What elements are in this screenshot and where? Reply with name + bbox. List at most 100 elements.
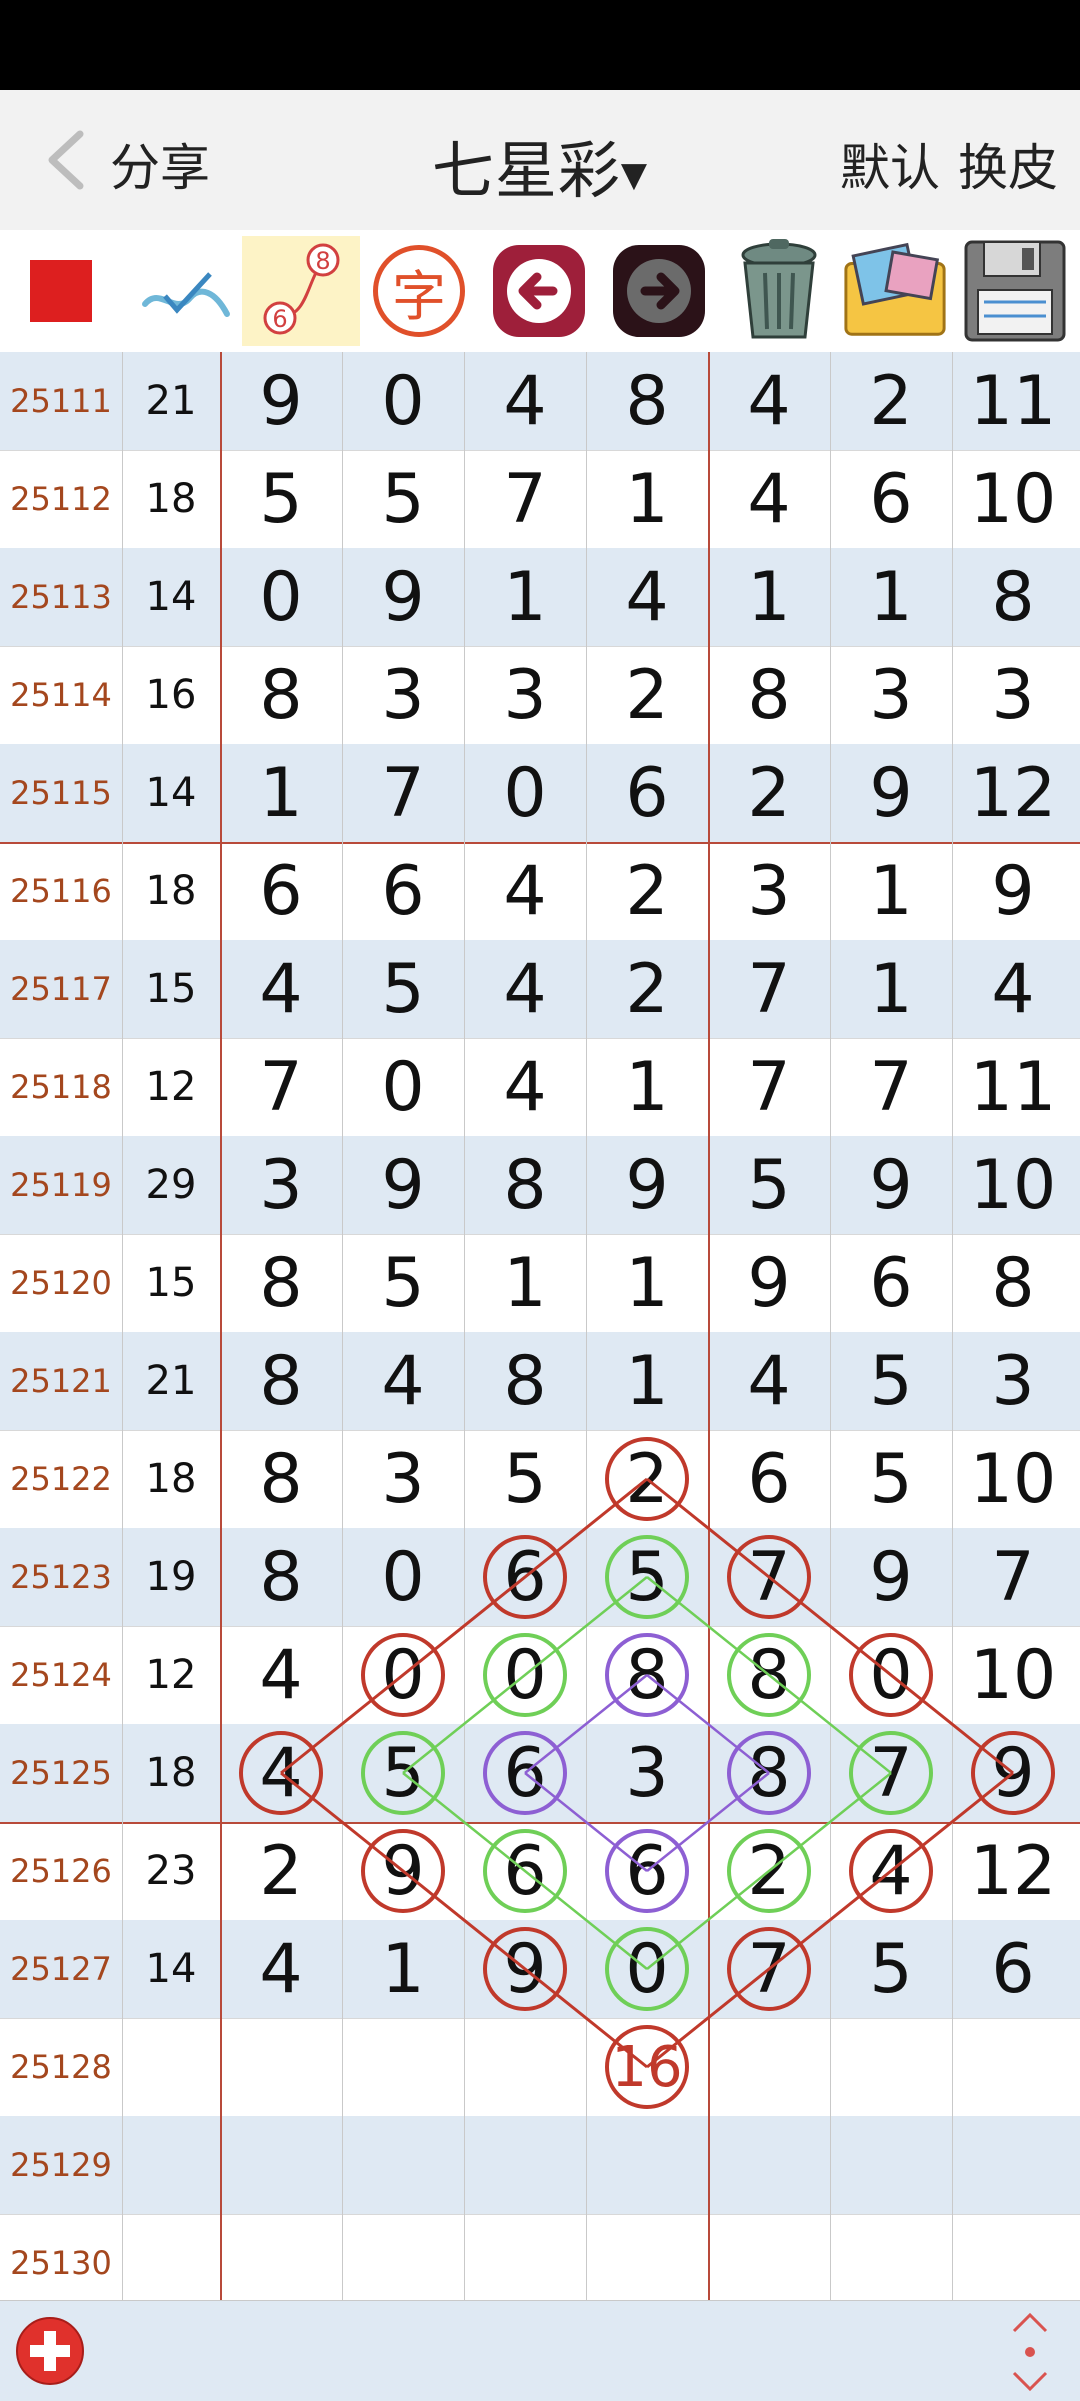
digit-cell[interactable]: 3 [220,1136,342,1234]
digit-cell[interactable] [342,2214,464,2312]
digit-cell[interactable] [464,2018,586,2116]
digit-cell[interactable] [830,2018,952,2116]
digit-cell[interactable]: 6 [220,842,342,940]
digit-cell[interactable]: 16 [586,2018,708,2116]
digit-cell[interactable]: 1 [342,1920,464,2018]
digit-cell[interactable]: 4 [220,940,342,1038]
digit-cell[interactable]: 5 [830,1332,952,1430]
digit-cell[interactable]: 3 [830,646,952,744]
digit-cell[interactable]: 1 [708,548,830,646]
digit-cell[interactable] [220,2018,342,2116]
digit-cell[interactable]: 2 [586,940,708,1038]
digit-cell[interactable]: 4 [220,1920,342,2018]
digit-cell[interactable]: 5 [342,1724,464,1822]
digit-cell[interactable]: 6 [952,1920,1074,2018]
digit-cell[interactable]: 8 [220,646,342,744]
digit-cell[interactable]: 11 [952,1038,1074,1136]
digit-cell[interactable]: 8 [586,1626,708,1724]
digit-cell[interactable]: 0 [342,1626,464,1724]
digit-cell[interactable]: 4 [708,1332,830,1430]
digit-cell[interactable]: 9 [830,1136,952,1234]
digit-cell[interactable]: 10 [952,1626,1074,1724]
save-disk-icon[interactable] [960,236,1070,346]
digit-cell[interactable]: 6 [586,744,708,842]
digit-cell[interactable]: 5 [586,1528,708,1626]
digit-cell[interactable]: 7 [708,1920,830,2018]
digit-cell[interactable]: 4 [464,352,586,450]
digit-cell[interactable]: 9 [342,548,464,646]
digit-cell[interactable]: 8 [708,1724,830,1822]
digit-cell[interactable]: 6 [464,1528,586,1626]
digit-cell[interactable]: 0 [464,1626,586,1724]
digit-cell[interactable]: 1 [586,1332,708,1430]
digit-cell[interactable]: 4 [220,1724,342,1822]
digit-cell[interactable]: 0 [342,1528,464,1626]
digit-cell[interactable]: 9 [952,842,1074,940]
digit-cell[interactable]: 5 [830,1430,952,1528]
digit-cell[interactable]: 7 [708,940,830,1038]
digit-cell[interactable]: 0 [586,1920,708,2018]
digit-cell[interactable]: 3 [464,646,586,744]
digit-cell[interactable] [708,2018,830,2116]
scroll-updown-icon[interactable] [1008,2311,1052,2393]
digit-cell[interactable]: 9 [708,1234,830,1332]
digit-cell[interactable]: 8 [708,646,830,744]
digit-cell[interactable]: 0 [342,352,464,450]
digit-cell[interactable]: 1 [586,1038,708,1136]
digit-cell[interactable]: 8 [708,1626,830,1724]
digit-cell[interactable]: 1 [830,548,952,646]
add-icon[interactable] [14,2315,86,2387]
digit-cell[interactable]: 9 [830,1528,952,1626]
digit-cell[interactable]: 2 [586,1430,708,1528]
forward-arrow-icon[interactable] [604,236,714,346]
digit-cell[interactable]: 8 [220,1430,342,1528]
digit-cell[interactable]: 7 [830,1724,952,1822]
digit-cell[interactable] [952,2214,1074,2312]
digit-cell[interactable]: 10 [952,1430,1074,1528]
digit-cell[interactable]: 9 [342,1136,464,1234]
digit-cell[interactable]: 8 [952,548,1074,646]
character-icon[interactable]: 字 [364,236,474,346]
digit-cell[interactable]: 0 [220,548,342,646]
digit-cell[interactable]: 10 [952,1136,1074,1234]
digit-cell[interactable] [342,2116,464,2214]
digit-cell[interactable] [220,2116,342,2214]
trash-icon[interactable] [724,236,834,346]
digit-cell[interactable]: 5 [342,450,464,548]
digit-cell[interactable]: 5 [830,1920,952,2018]
digit-cell[interactable] [830,2116,952,2214]
digit-cell[interactable]: 5 [220,450,342,548]
digit-cell[interactable]: 6 [830,1234,952,1332]
digit-cell[interactable]: 4 [464,1038,586,1136]
digit-cell[interactable] [708,2116,830,2214]
digit-cell[interactable]: 8 [952,1234,1074,1332]
digit-cell[interactable] [586,2214,708,2312]
digit-cell[interactable]: 12 [952,1822,1074,1920]
digit-cell[interactable]: 9 [342,1822,464,1920]
digit-cell[interactable]: 2 [708,1822,830,1920]
pen-icon[interactable] [130,236,240,346]
digit-cell[interactable]: 1 [830,842,952,940]
digit-cell[interactable]: 2 [830,352,952,450]
digit-cell[interactable]: 5 [464,1430,586,1528]
digit-cell[interactable]: 3 [586,1724,708,1822]
digit-cell[interactable]: 3 [708,842,830,940]
digit-cell[interactable]: 2 [586,842,708,940]
digit-cell[interactable]: 7 [830,1038,952,1136]
digit-cell[interactable]: 7 [708,1528,830,1626]
digit-cell[interactable]: 1 [464,548,586,646]
digit-cell[interactable]: 8 [220,1234,342,1332]
digit-cell[interactable]: 6 [464,1822,586,1920]
digit-cell[interactable]: 5 [342,940,464,1038]
digit-cell[interactable] [464,2116,586,2214]
digit-cell[interactable]: 7 [952,1528,1074,1626]
digit-cell[interactable]: 1 [464,1234,586,1332]
digit-cell[interactable]: 8 [464,1332,586,1430]
digit-cell[interactable]: 6 [342,842,464,940]
digit-cell[interactable]: 4 [342,1332,464,1430]
digit-cell[interactable]: 6 [708,1430,830,1528]
back-arrow-icon[interactable] [484,236,594,346]
digit-cell[interactable] [708,2214,830,2312]
digit-cell[interactable]: 7 [708,1038,830,1136]
digit-cell[interactable]: 11 [952,352,1074,450]
